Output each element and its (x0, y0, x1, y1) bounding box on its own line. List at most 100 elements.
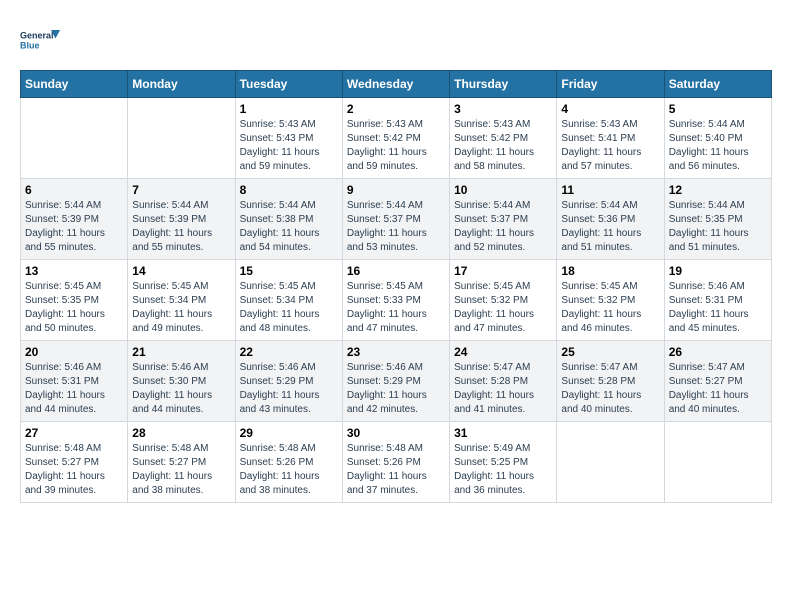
calendar-cell: 10 Sunrise: 5:44 AM Sunset: 5:37 PM Dayli… (450, 179, 557, 260)
calendar-cell: 12 Sunrise: 5:44 AM Sunset: 5:35 PM Dayli… (664, 179, 771, 260)
calendar-cell: 31 Sunrise: 5:49 AM Sunset: 5:25 PM Dayli… (450, 422, 557, 503)
day-info: Sunrise: 5:48 AM Sunset: 5:26 PM Dayligh… (240, 442, 338, 498)
day-number: 2 (347, 102, 445, 116)
day-number: 7 (132, 183, 230, 197)
calendar-header-row: SundayMondayTuesdayWednesdayThursdayFrid… (21, 71, 772, 98)
calendar-week-row: 27 Sunrise: 5:48 AM Sunset: 5:27 PM Dayli… (21, 422, 772, 503)
calendar-cell: 26 Sunrise: 5:47 AM Sunset: 5:27 PM Dayli… (664, 341, 771, 422)
day-number: 14 (132, 264, 230, 278)
day-info: Sunrise: 5:45 AM Sunset: 5:34 PM Dayligh… (240, 280, 338, 336)
calendar-cell: 29Sunrise: 5:48 AM Sunset: 5:26 PM Dayli… (235, 422, 342, 503)
day-info: Sunrise: 5:46 AM Sunset: 5:29 PM Dayligh… (347, 361, 445, 417)
day-info: Sunrise: 5:47 AM Sunset: 5:28 PM Dayligh… (561, 361, 659, 417)
day-info: Sunrise: 5:44 AM Sunset: 5:36 PM Dayligh… (561, 199, 659, 255)
day-number: 13 (25, 264, 123, 278)
day-number: 20 (25, 345, 123, 359)
calendar-cell: 11 Sunrise: 5:44 AM Sunset: 5:36 PM Dayli… (557, 179, 664, 260)
day-number: 26 (669, 345, 767, 359)
calendar-cell: 2 Sunrise: 5:43 AM Sunset: 5:42 PM Daylig… (342, 98, 449, 179)
calendar-cell: 22 Sunrise: 5:46 AM Sunset: 5:29 PM Dayli… (235, 341, 342, 422)
calendar-cell: 17 Sunrise: 5:45 AM Sunset: 5:32 PM Dayli… (450, 260, 557, 341)
svg-text:Blue: Blue (20, 41, 40, 51)
day-number: 27 (25, 426, 123, 440)
day-info: Sunrise: 5:43 AM Sunset: 5:42 PM Dayligh… (347, 118, 445, 174)
day-info: Sunrise: 5:43 AM Sunset: 5:41 PM Dayligh… (561, 118, 659, 174)
day-info: Sunrise: 5:44 AM Sunset: 5:37 PM Dayligh… (347, 199, 445, 255)
day-info: Sunrise: 5:44 AM Sunset: 5:35 PM Dayligh… (669, 199, 767, 255)
day-info: Sunrise: 5:48 AM Sunset: 5:26 PM Dayligh… (347, 442, 445, 498)
calendar-cell (557, 422, 664, 503)
calendar-cell: 30 Sunrise: 5:48 AM Sunset: 5:26 PM Dayli… (342, 422, 449, 503)
day-info: Sunrise: 5:44 AM Sunset: 5:37 PM Dayligh… (454, 199, 552, 255)
day-info: Sunrise: 5:45 AM Sunset: 5:32 PM Dayligh… (454, 280, 552, 336)
day-info: Sunrise: 5:47 AM Sunset: 5:28 PM Dayligh… (454, 361, 552, 417)
day-info: Sunrise: 5:44 AM Sunset: 5:40 PM Dayligh… (669, 118, 767, 174)
calendar-cell: 24 Sunrise: 5:47 AM Sunset: 5:28 PM Dayli… (450, 341, 557, 422)
calendar-week-row: 20 Sunrise: 5:46 AM Sunset: 5:31 PM Dayli… (21, 341, 772, 422)
day-number: 1 (240, 102, 338, 116)
weekday-header: Tuesday (235, 71, 342, 98)
calendar-cell: 1 Sunrise: 5:43 AM Sunset: 5:43 PM Daylig… (235, 98, 342, 179)
calendar-cell (21, 98, 128, 179)
weekday-header: Thursday (450, 71, 557, 98)
day-info: Sunrise: 5:43 AM Sunset: 5:43 PM Dayligh… (240, 118, 338, 174)
day-number: 19 (669, 264, 767, 278)
day-number: 9 (347, 183, 445, 197)
day-number: 16 (347, 264, 445, 278)
calendar-cell: 19 Sunrise: 5:46 AM Sunset: 5:31 PM Dayli… (664, 260, 771, 341)
day-info: Sunrise: 5:44 AM Sunset: 5:38 PM Dayligh… (240, 199, 338, 255)
calendar-week-row: 6 Sunrise: 5:44 AM Sunset: 5:39 PM Daylig… (21, 179, 772, 260)
calendar-cell: 9 Sunrise: 5:44 AM Sunset: 5:37 PM Daylig… (342, 179, 449, 260)
day-info: Sunrise: 5:43 AM Sunset: 5:42 PM Dayligh… (454, 118, 552, 174)
calendar-cell: 25 Sunrise: 5:47 AM Sunset: 5:28 PM Dayli… (557, 341, 664, 422)
day-info: Sunrise: 5:46 AM Sunset: 5:31 PM Dayligh… (669, 280, 767, 336)
day-number: 3 (454, 102, 552, 116)
day-number: 30 (347, 426, 445, 440)
logo-icon: GeneralBlue (20, 20, 60, 60)
day-number: 22 (240, 345, 338, 359)
calendar-cell: 23 Sunrise: 5:46 AM Sunset: 5:29 PM Dayli… (342, 341, 449, 422)
day-info: Sunrise: 5:45 AM Sunset: 5:33 PM Dayligh… (347, 280, 445, 336)
day-info: Sunrise: 5:46 AM Sunset: 5:30 PM Dayligh… (132, 361, 230, 417)
day-info: Sunrise: 5:46 AM Sunset: 5:31 PM Dayligh… (25, 361, 123, 417)
calendar-cell: 28Sunrise: 5:48 AM Sunset: 5:27 PM Dayli… (128, 422, 235, 503)
day-info: Sunrise: 5:48 AM Sunset: 5:27 PM Dayligh… (132, 442, 230, 498)
day-number: 17 (454, 264, 552, 278)
day-number: 25 (561, 345, 659, 359)
day-number: 31 (454, 426, 552, 440)
day-number: 12 (669, 183, 767, 197)
header: GeneralBlue (20, 20, 772, 60)
calendar-cell (664, 422, 771, 503)
day-number: 5 (669, 102, 767, 116)
day-number: 4 (561, 102, 659, 116)
calendar-cell: 14Sunrise: 5:45 AM Sunset: 5:34 PM Dayli… (128, 260, 235, 341)
calendar-table: SundayMondayTuesdayWednesdayThursdayFrid… (20, 70, 772, 503)
calendar-cell: 16 Sunrise: 5:45 AM Sunset: 5:33 PM Dayli… (342, 260, 449, 341)
weekday-header: Friday (557, 71, 664, 98)
calendar-cell: 13Sunrise: 5:45 AM Sunset: 5:35 PM Dayli… (21, 260, 128, 341)
calendar-week-row: 13Sunrise: 5:45 AM Sunset: 5:35 PM Dayli… (21, 260, 772, 341)
day-number: 21 (132, 345, 230, 359)
calendar-cell: 6 Sunrise: 5:44 AM Sunset: 5:39 PM Daylig… (21, 179, 128, 260)
day-info: Sunrise: 5:48 AM Sunset: 5:27 PM Dayligh… (25, 442, 123, 498)
weekday-header: Saturday (664, 71, 771, 98)
calendar-week-row: 1 Sunrise: 5:43 AM Sunset: 5:43 PM Daylig… (21, 98, 772, 179)
calendar-cell: 20 Sunrise: 5:46 AM Sunset: 5:31 PM Dayli… (21, 341, 128, 422)
day-number: 24 (454, 345, 552, 359)
day-info: Sunrise: 5:45 AM Sunset: 5:32 PM Dayligh… (561, 280, 659, 336)
weekday-header: Wednesday (342, 71, 449, 98)
day-number: 23 (347, 345, 445, 359)
day-info: Sunrise: 5:47 AM Sunset: 5:27 PM Dayligh… (669, 361, 767, 417)
day-info: Sunrise: 5:49 AM Sunset: 5:25 PM Dayligh… (454, 442, 552, 498)
day-number: 11 (561, 183, 659, 197)
calendar-cell (128, 98, 235, 179)
day-number: 15 (240, 264, 338, 278)
day-info: Sunrise: 5:44 AM Sunset: 5:39 PM Dayligh… (25, 199, 123, 255)
day-number: 10 (454, 183, 552, 197)
day-number: 6 (25, 183, 123, 197)
calendar-cell: 4 Sunrise: 5:43 AM Sunset: 5:41 PM Daylig… (557, 98, 664, 179)
day-number: 18 (561, 264, 659, 278)
calendar-cell: 8Sunrise: 5:44 AM Sunset: 5:38 PM Daylig… (235, 179, 342, 260)
day-info: Sunrise: 5:46 AM Sunset: 5:29 PM Dayligh… (240, 361, 338, 417)
calendar-cell: 27 Sunrise: 5:48 AM Sunset: 5:27 PM Dayli… (21, 422, 128, 503)
